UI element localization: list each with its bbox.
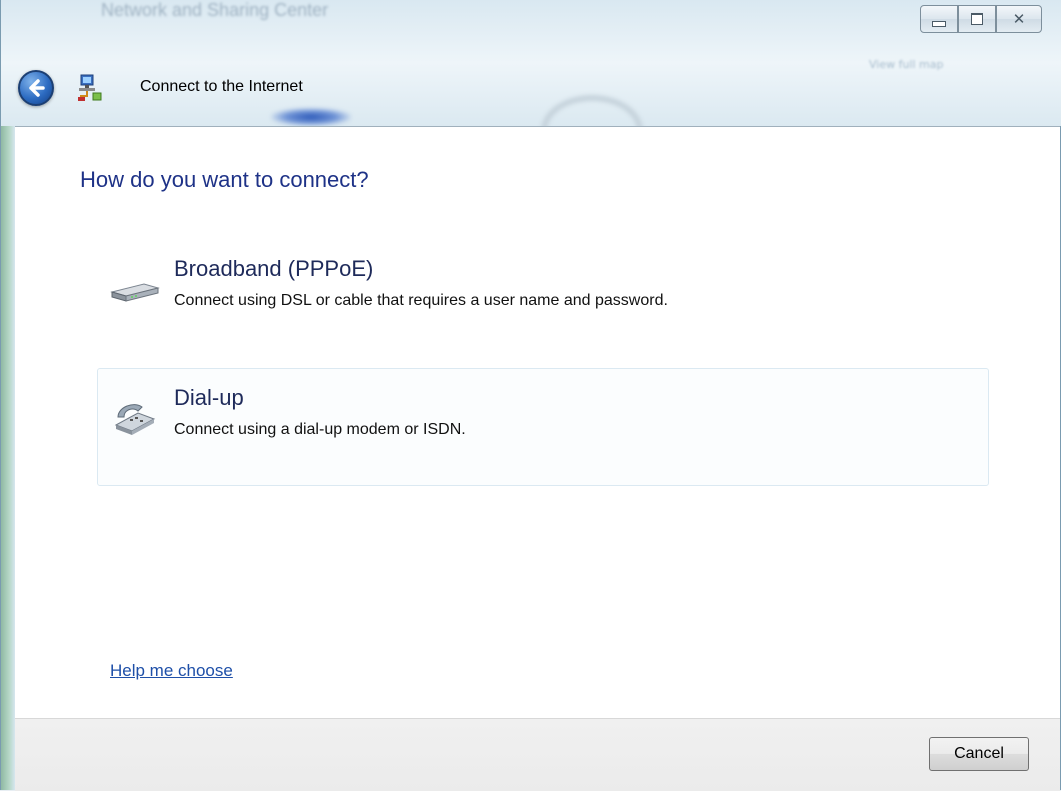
background-window-title: Network and Sharing Center [101,0,329,20]
option-description: Connect using DSL or cable that requires… [174,292,668,309]
background-network-graphic [271,108,351,126]
option-title: Dial-up [174,385,244,410]
maximize-button[interactable] [958,5,996,33]
network-connection-icon [78,74,102,101]
option-dial-up[interactable]: Dial-up Connect using a dial-up modem or… [97,368,989,486]
back-button[interactable] [18,70,54,106]
window-controls: ✕ [920,5,1042,35]
back-arrow-icon [29,79,45,97]
background-window-link: View full map [869,58,944,71]
window-title: Connect to the Internet [140,78,303,95]
title-bar[interactable]: Network and Sharing Center View full map… [1,0,1061,126]
close-icon: ✕ [1012,10,1026,28]
option-title: Broadband (PPPoE) [174,256,374,281]
cancel-button[interactable]: Cancel [929,737,1029,771]
maximize-icon [971,13,983,25]
background-globe-graphic [541,95,643,126]
page-heading: How do you want to connect? [80,167,369,192]
minimize-icon [932,21,946,27]
option-broadband-pppoe[interactable]: Broadband (PPPoE) Connect using DSL or c… [97,239,989,357]
wizard-content: How do you want to connect? Broadband (P… [15,126,1060,719]
close-button[interactable]: ✕ [996,5,1042,33]
dialup-phone-icon [114,404,156,435]
minimize-button[interactable] [920,5,958,33]
wizard-footer: Cancel [15,718,1060,791]
window-frame: Network and Sharing Center View full map… [0,0,1061,791]
option-description: Connect using a dial-up modem or ISDN. [174,421,466,438]
help-me-choose-link[interactable]: Help me choose [110,661,233,681]
broadband-modem-icon [110,283,160,302]
